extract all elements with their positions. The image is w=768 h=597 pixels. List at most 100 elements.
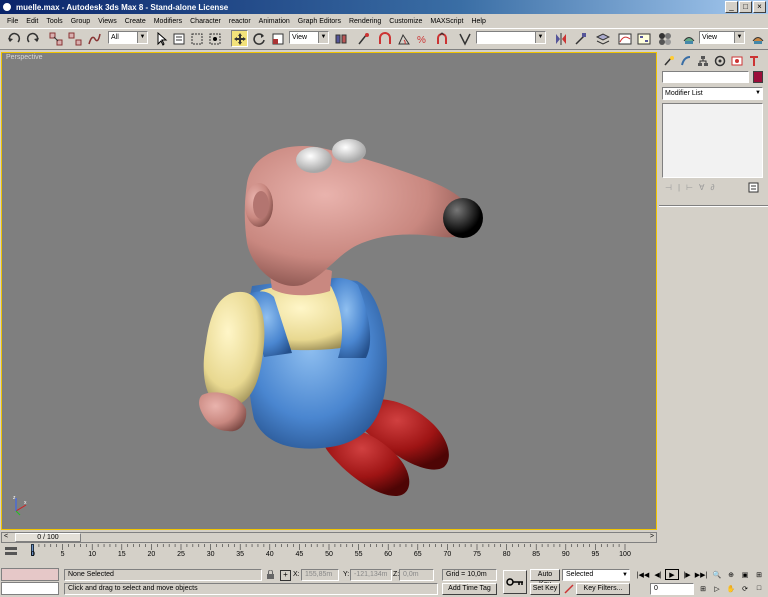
minimize-button[interactable]: _ bbox=[725, 1, 738, 13]
add-time-tag-button[interactable]: Add Time Tag bbox=[442, 583, 497, 595]
menu-help[interactable]: Help bbox=[467, 18, 489, 25]
set-key-button[interactable]: Set Key bbox=[530, 583, 560, 595]
menu-reactor[interactable]: reactor bbox=[225, 18, 255, 25]
configure-modifier-sets-icon[interactable] bbox=[748, 182, 760, 193]
layer-manager-icon[interactable] bbox=[594, 30, 611, 47]
menu-animation[interactable]: Animation bbox=[255, 18, 294, 25]
arc-rotate-icon[interactable]: ⟳ bbox=[738, 583, 752, 594]
schematic-view-icon[interactable] bbox=[635, 30, 652, 47]
select-and-link-icon[interactable] bbox=[47, 30, 64, 47]
z-coord-field[interactable]: 0,0m bbox=[399, 569, 434, 581]
select-and-move-icon[interactable] bbox=[231, 30, 248, 47]
open-mini-curve-editor-icon[interactable] bbox=[4, 546, 18, 556]
key-mode-dropdown[interactable]: Selected ▼ bbox=[562, 569, 630, 581]
maxscript-listener-pink[interactable] bbox=[1, 568, 59, 581]
menu-character[interactable]: Character bbox=[186, 18, 225, 25]
undo-icon[interactable] bbox=[5, 30, 22, 47]
field-of-view-icon[interactable]: ▷ bbox=[710, 583, 724, 594]
prev-frame-icon[interactable]: < bbox=[4, 533, 8, 540]
select-and-scale-icon[interactable] bbox=[269, 30, 286, 47]
menu-file[interactable]: File bbox=[3, 18, 22, 25]
menu-modifiers[interactable]: Modifiers bbox=[150, 18, 186, 25]
y-coord-field[interactable]: -121,134m bbox=[350, 569, 392, 581]
prompt-line: Click and drag to select and move object… bbox=[64, 583, 438, 595]
selection-filter-dropdown[interactable]: All ▼ bbox=[108, 31, 148, 44]
app-icon[interactable] bbox=[2, 2, 12, 12]
lock-selection-icon[interactable] bbox=[266, 569, 276, 580]
bind-to-space-warp-icon[interactable] bbox=[85, 30, 102, 47]
menu-graph-editors[interactable]: Graph Editors bbox=[294, 18, 345, 25]
rectangular-selection-icon[interactable] bbox=[188, 30, 205, 47]
menu-views[interactable]: Views bbox=[94, 18, 121, 25]
named-selection-sets-dropdown[interactable]: ▼ bbox=[476, 31, 546, 44]
create-tab-icon[interactable] bbox=[662, 54, 676, 68]
menu-maxscript[interactable]: MAXScript bbox=[426, 18, 467, 25]
render-scene-icon[interactable] bbox=[680, 30, 697, 47]
modifier-stack[interactable] bbox=[662, 103, 763, 178]
select-and-manipulate-icon[interactable] bbox=[354, 30, 371, 47]
set-key-icon[interactable] bbox=[503, 570, 527, 594]
pan-icon[interactable]: ✋ bbox=[724, 583, 738, 594]
reference-coordinate-dropdown[interactable]: View ▼ bbox=[289, 31, 329, 44]
auto-key-button[interactable]: Auto Key bbox=[530, 569, 560, 588]
menu-customize[interactable]: Customize bbox=[385, 18, 426, 25]
zoom-extents-all-icon[interactable]: ⊞ bbox=[752, 569, 766, 580]
render-type-dropdown[interactable]: View ▼ bbox=[699, 31, 745, 44]
zoom-extents-icon[interactable]: ▣ bbox=[738, 569, 752, 580]
quick-render-icon[interactable] bbox=[749, 30, 766, 47]
time-slider[interactable]: < 0 / 100 > bbox=[1, 532, 657, 543]
redo-icon[interactable] bbox=[24, 30, 41, 47]
select-by-name-icon[interactable] bbox=[170, 30, 187, 47]
maxscript-listener-white[interactable] bbox=[1, 582, 59, 595]
x-coord-field[interactable]: 155,85m bbox=[301, 569, 339, 581]
next-frame-icon[interactable]: > bbox=[650, 533, 654, 540]
select-object-icon[interactable] bbox=[152, 30, 169, 47]
play-icon[interactable]: ▶ bbox=[665, 569, 679, 580]
zoom-icon[interactable]: 🔍 bbox=[710, 569, 724, 580]
menu-group[interactable]: Group bbox=[67, 18, 94, 25]
perspective-viewport[interactable]: Perspective x z bbox=[1, 52, 657, 530]
previous-frame-icon[interactable]: ◀| bbox=[651, 569, 665, 580]
zoom-all-icon[interactable]: ⊕ bbox=[724, 569, 738, 580]
x-coord-label: X: bbox=[293, 571, 300, 578]
align-icon[interactable] bbox=[571, 30, 588, 47]
spinner-snap-icon[interactable] bbox=[433, 30, 450, 47]
select-and-rotate-icon[interactable] bbox=[250, 30, 267, 47]
mirror-icon[interactable] bbox=[552, 30, 569, 47]
object-color-swatch[interactable] bbox=[753, 71, 763, 83]
time-slider-handle[interactable]: 0 / 100 bbox=[15, 533, 81, 542]
unlink-selection-icon[interactable] bbox=[66, 30, 83, 47]
time-configuration-icon[interactable]: ⊞ bbox=[696, 583, 710, 594]
utilities-tab-icon[interactable] bbox=[747, 54, 761, 68]
modify-tab-icon[interactable] bbox=[679, 54, 693, 68]
maximize-viewport-icon[interactable]: □ bbox=[752, 583, 766, 594]
key-filters-button[interactable]: Key Filters... bbox=[576, 583, 630, 595]
maximize-button[interactable]: □ bbox=[739, 1, 752, 13]
edit-named-selection-icon[interactable] bbox=[456, 30, 473, 47]
go-to-start-icon[interactable]: |◀◀ bbox=[636, 569, 650, 580]
display-tab-icon[interactable] bbox=[730, 54, 744, 68]
material-editor-icon[interactable] bbox=[656, 30, 673, 47]
angle-snap-icon[interactable] bbox=[395, 30, 412, 47]
object-name-field[interactable] bbox=[662, 71, 749, 83]
curve-editor-icon[interactable] bbox=[616, 30, 633, 47]
menu-tools[interactable]: Tools bbox=[42, 18, 66, 25]
menu-create[interactable]: Create bbox=[121, 18, 150, 25]
menu-edit[interactable]: Edit bbox=[22, 18, 42, 25]
close-button[interactable]: × bbox=[753, 1, 766, 13]
modifier-list-dropdown[interactable]: Modifier List ▼ bbox=[662, 87, 763, 100]
percent-snap-icon[interactable]: % bbox=[414, 30, 431, 47]
motion-tab-icon[interactable] bbox=[713, 54, 727, 68]
menu-rendering[interactable]: Rendering bbox=[345, 18, 385, 25]
snaps-toggle-icon[interactable] bbox=[376, 30, 393, 47]
absolute-mode-transform-icon[interactable]: + bbox=[280, 570, 291, 581]
window-crossing-icon[interactable] bbox=[206, 30, 223, 47]
current-frame-field[interactable]: 0 bbox=[650, 583, 694, 595]
default-in-out-tangents-icon[interactable] bbox=[564, 584, 574, 594]
next-frame-button-icon[interactable]: |▶ bbox=[680, 569, 694, 580]
hierarchy-tab-icon[interactable] bbox=[696, 54, 710, 68]
go-to-end-icon[interactable]: ▶▶| bbox=[694, 569, 708, 580]
selection-status: None Selected bbox=[64, 569, 262, 581]
pivot-center-icon[interactable] bbox=[332, 30, 349, 47]
character-model[interactable] bbox=[2, 53, 656, 529]
